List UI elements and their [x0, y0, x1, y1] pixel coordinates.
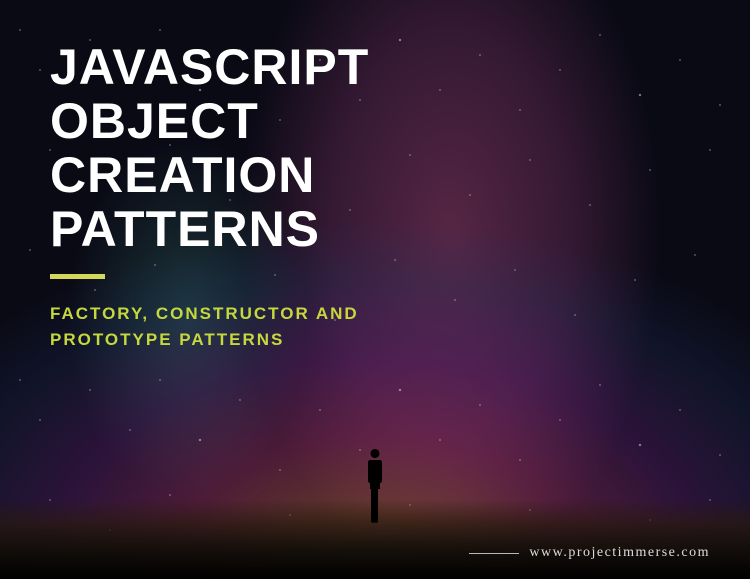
subtitle-line-2: PROTOTYPE PATTERNS: [50, 330, 284, 349]
main-title: JAVASCRIPT OBJECT CREATION PATTERNS: [50, 40, 700, 256]
subtitle-line-1: FACTORY, CONSTRUCTOR AND: [50, 304, 359, 323]
title-line-4: PATTERNS: [50, 201, 320, 257]
accent-divider: [50, 274, 105, 279]
title-line-2: OBJECT: [50, 93, 259, 149]
text-content: JAVASCRIPT OBJECT CREATION PATTERNS FACT…: [0, 0, 750, 579]
title-line-1: JAVASCRIPT: [50, 39, 369, 95]
footer: www.projectimmerse.com: [469, 545, 710, 561]
title-line-3: CREATION: [50, 147, 315, 203]
subtitle: FACTORY, CONSTRUCTOR AND PROTOTYPE PATTE…: [50, 301, 700, 352]
footer-divider-line: [469, 553, 519, 554]
footer-url: www.projectimmerse.com: [529, 545, 710, 561]
